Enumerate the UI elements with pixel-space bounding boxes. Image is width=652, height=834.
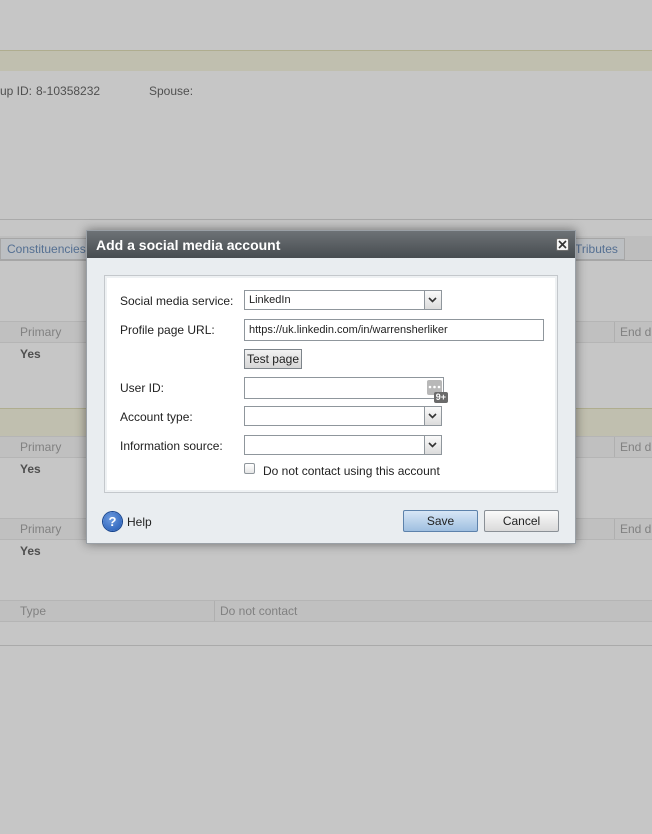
social-media-service-select[interactable]: LinkedIn [244,290,442,310]
help-icon[interactable]: ? [103,512,122,531]
user-id-label: User ID: [120,381,165,395]
do-not-contact-label[interactable]: Do not contact using this account [263,464,440,478]
account-type-select[interactable] [244,406,442,426]
dialog-title-bar: Add a social media account [87,231,575,258]
chevron-down-icon [428,442,437,448]
add-social-media-dialog: Add a social media account Social media … [86,230,576,544]
dropdown-button[interactable] [424,436,441,454]
social-media-service-label: Social media service: [120,294,234,308]
social-media-service-value: LinkedIn [249,294,291,306]
profile-url-value: https://uk.linkedin.com/in/warrensherlik… [249,324,448,336]
do-not-contact-checkbox[interactable] [244,463,255,474]
ellipsis-icon[interactable]: 9+ [427,380,448,403]
dropdown-button[interactable] [424,407,441,425]
account-type-label: Account type: [120,410,193,424]
dropdown-button[interactable] [424,291,441,309]
dialog-title: Add a social media account [96,237,281,253]
profile-url-input[interactable]: https://uk.linkedin.com/in/warrensherlik… [244,319,544,341]
close-button[interactable] [556,238,569,251]
count-badge: 9+ [433,392,448,403]
profile-url-label: Profile page URL: [120,323,215,337]
help-link[interactable]: Help [127,515,152,529]
test-page-button[interactable]: Test page [244,349,302,369]
information-source-select[interactable] [244,435,442,455]
save-button[interactable]: Save [403,510,478,532]
cancel-button[interactable]: Cancel [484,510,559,532]
information-source-label: Information source: [120,439,223,453]
chevron-down-icon [428,413,437,419]
user-id-input[interactable]: 9+ [244,377,448,403]
chevron-down-icon [428,297,437,303]
form-panel: Social media service: LinkedIn Profile p… [104,275,558,493]
close-icon [558,240,567,249]
